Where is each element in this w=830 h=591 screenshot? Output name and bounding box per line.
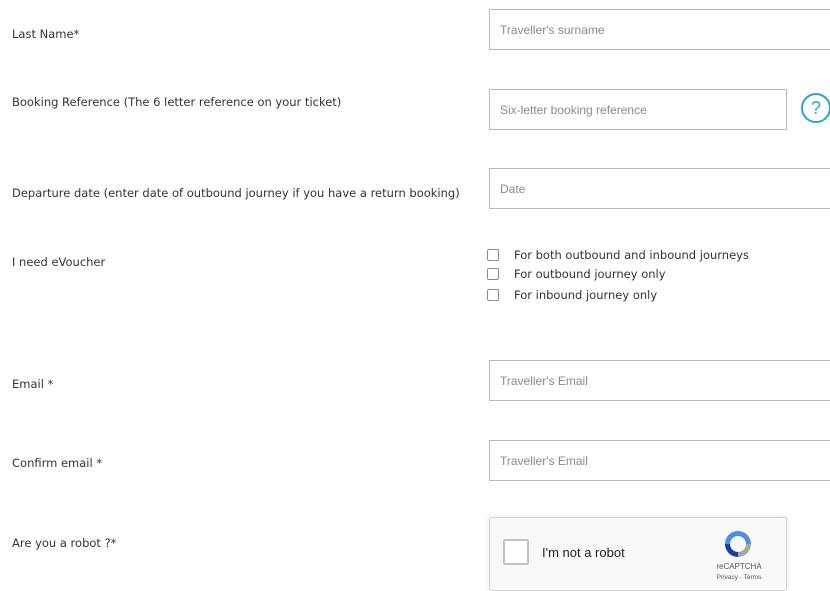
email-input[interactable] [489,360,830,401]
evoucher-both-label: For both outbound and inbound journeys [514,248,749,262]
last-name-label: Last Name* [12,27,80,41]
evoucher-inbound-label: For inbound journey only [514,288,658,302]
evoucher-inbound-checkbox[interactable] [487,289,499,301]
evoucher-option-outbound[interactable]: For outbound journey only [487,267,666,281]
recaptcha-privacy-terms[interactable]: Privacy - Terms [704,574,774,581]
recaptcha-label: I'm not a robot [542,545,625,560]
recaptcha-logo-icon [725,531,751,557]
evoucher-option-inbound[interactable]: For inbound journey only [487,288,657,302]
help-glyph: ? [810,98,821,118]
recaptcha-brand: reCAPTCHA [716,562,762,571]
departure-date-input[interactable] [489,168,830,209]
booking-reference-input[interactable] [489,89,787,130]
question-circle-icon[interactable]: ? [801,93,830,123]
recaptcha-widget: I'm not a robot reCAPTCHA Privacy - Term… [489,517,787,591]
email-label: Email * [12,377,54,391]
evoucher-option-both[interactable]: For both outbound and inbound journeys [487,248,749,262]
robot-label: Are you a robot ?* [12,536,117,550]
confirm-email-input[interactable] [489,440,830,481]
booking-reference-label: Booking Reference (The 6 letter referenc… [12,95,342,109]
last-name-input[interactable] [489,9,830,50]
evoucher-both-checkbox[interactable] [487,249,499,261]
confirm-email-label: Confirm email * [12,456,103,470]
evoucher-label: I need eVoucher [12,255,106,269]
evoucher-outbound-checkbox[interactable] [487,268,499,280]
evoucher-outbound-label: For outbound journey only [514,267,666,281]
departure-date-label: Departure date (enter date of outbound j… [12,186,460,200]
recaptcha-checkbox[interactable] [503,539,529,565]
